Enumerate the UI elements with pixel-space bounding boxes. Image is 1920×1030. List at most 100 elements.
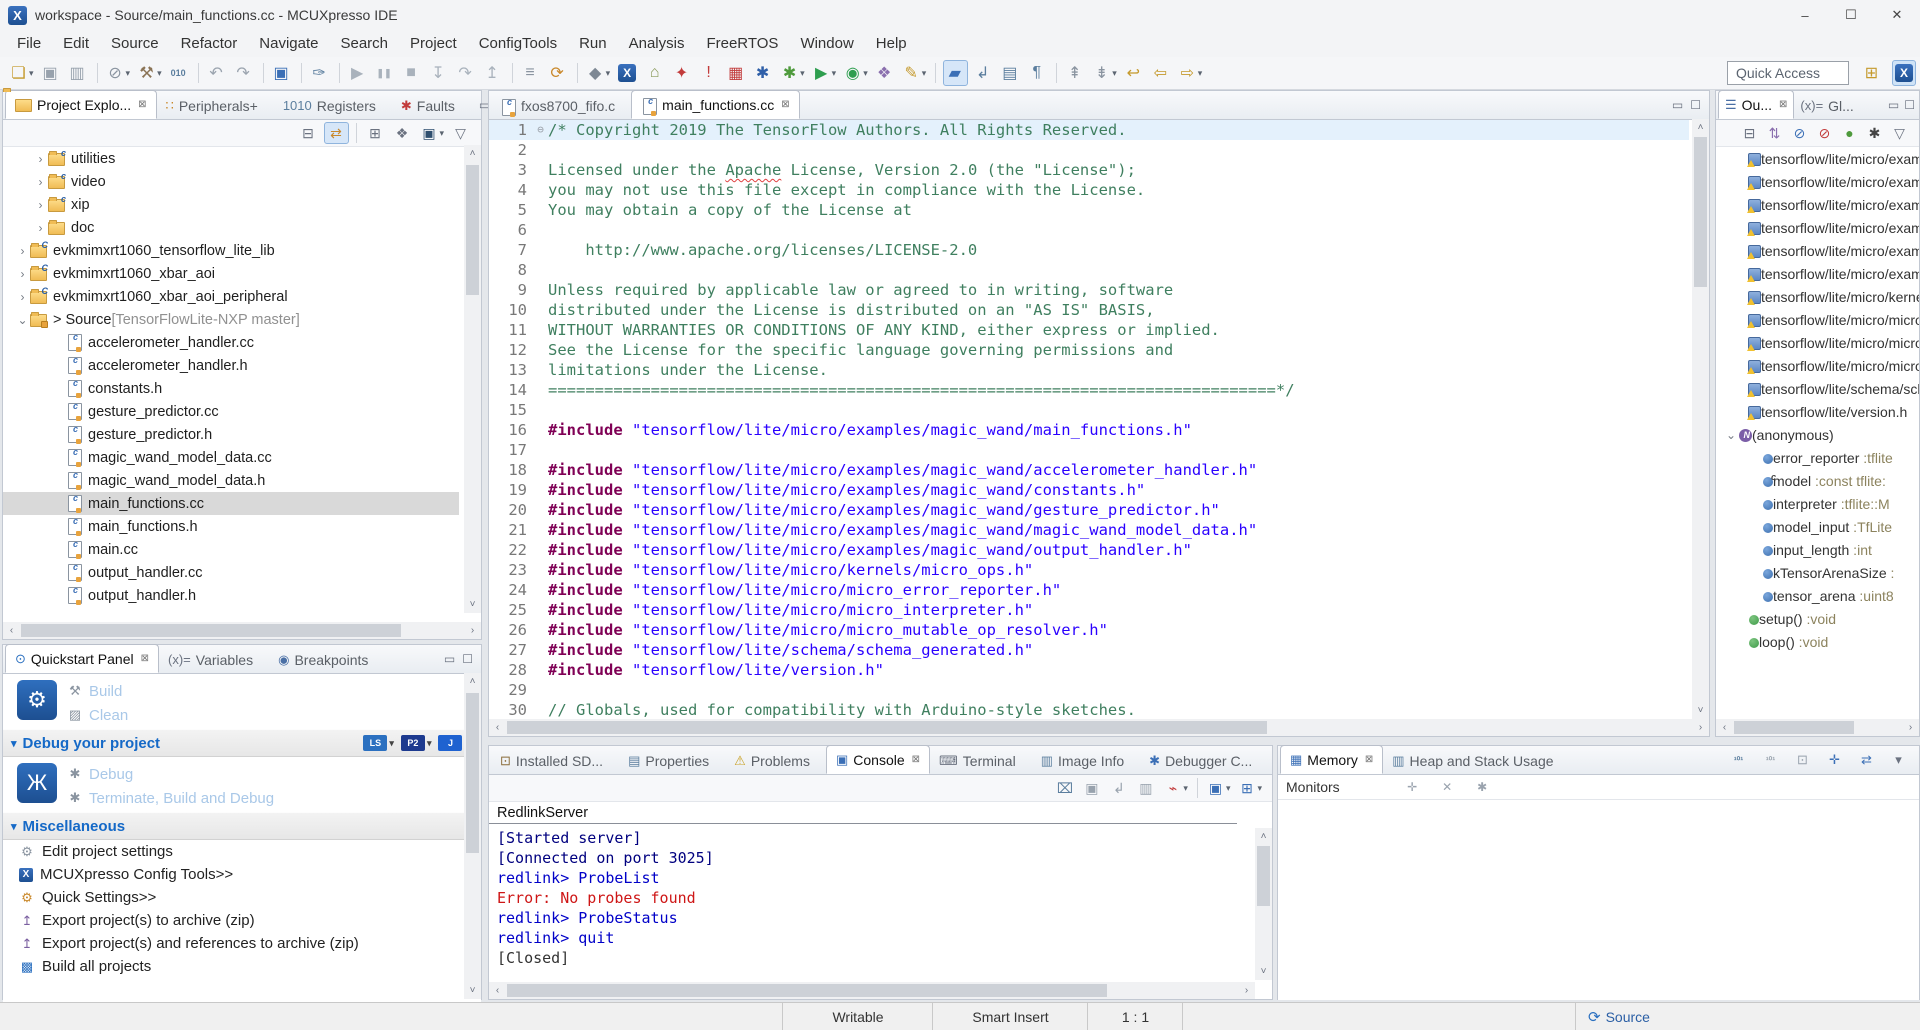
outline-member-row[interactable]: model : const tflite: xyxy=(1716,469,1919,492)
quickstart-link[interactable]: ✱ Terminate, Build and Debug xyxy=(67,788,274,808)
view-menu-icon[interactable]: ▽ xyxy=(450,123,473,143)
tree-row[interactable]: output_handler.cc xyxy=(3,561,459,584)
quickstart-misc-link[interactable]: ⚙ Quick Settings>> xyxy=(3,886,481,909)
separator[interactable] xyxy=(97,63,98,83)
pause-icon[interactable]: ❚❚ xyxy=(374,61,397,85)
console-icon[interactable]: ▣ xyxy=(271,61,294,85)
debug-alt-icon[interactable]: ✱ xyxy=(752,61,775,85)
mcuxpresso-icon[interactable]: X xyxy=(616,61,640,85)
separator[interactable] xyxy=(263,63,264,83)
view-tab[interactable]: ✱ Debugger C... xyxy=(1140,747,1268,774)
tree-row[interactable]: output_handler.h xyxy=(3,584,459,607)
outline-include-row[interactable]: tensorflow/lite/micro/examples/magic_wan… xyxy=(1716,262,1919,285)
quickstart-misc-link[interactable]: ↥ Export project(s) and references to ar… xyxy=(3,932,481,955)
link-icon[interactable]: ⇄ xyxy=(1856,748,1877,772)
fold-marker-icon[interactable] xyxy=(533,480,548,500)
tree-row[interactable]: › doc xyxy=(3,216,459,239)
next-annotation-icon[interactable]: ⇟▾ xyxy=(1091,61,1119,85)
editor-tab[interactable]: main_functions.cc⊠ xyxy=(631,90,799,119)
quickstart-misc-link[interactable]: X MCUXpresso Config Tools>> xyxy=(3,863,481,886)
editor-hscrollbar[interactable]: ‹ › xyxy=(489,719,1709,736)
tree-row[interactable]: gesture_predictor.h xyxy=(3,423,459,446)
save-all-icon[interactable]: ▥ xyxy=(67,61,90,85)
outline-include-row[interactable]: tensorflow/lite/micro/micro_interpreter.… xyxy=(1716,331,1919,354)
fold-marker-icon[interactable] xyxy=(533,640,548,660)
fold-marker-icon[interactable] xyxy=(533,200,548,220)
sort-icon[interactable]: ⇅ xyxy=(1764,123,1787,143)
prev-annotation-icon[interactable]: ⇞ xyxy=(1064,61,1087,85)
hex-format-icon[interactable]: ¹⁰¹ xyxy=(1728,748,1749,772)
project-tree-vscrollbar[interactable]: ˄ ˅ xyxy=(464,145,481,613)
fold-marker-icon[interactable] xyxy=(533,300,548,320)
gui-flash-icon[interactable]: ▦ xyxy=(725,61,748,85)
fold-marker-icon[interactable] xyxy=(533,460,548,480)
tree-row[interactable]: main.cc xyxy=(3,538,459,561)
fold-marker-icon[interactable] xyxy=(533,240,548,260)
settings-icon[interactable]: ✱ xyxy=(1472,775,1493,799)
save-icon[interactable]: ▣ xyxy=(40,61,63,85)
open-perspective-icon[interactable]: ⊞ xyxy=(1861,61,1882,85)
debug-probe-button[interactable]: P2 xyxy=(401,735,425,751)
view-tab[interactable]: (x)= Gl... xyxy=(1794,92,1866,119)
expand-arrow-icon[interactable]: › xyxy=(33,221,48,235)
skip-breakpoints-icon[interactable]: ⊘▾ xyxy=(105,61,133,85)
probe-discovery-icon[interactable]: ✦ xyxy=(671,61,694,85)
run-config-icon[interactable]: ◉▾ xyxy=(842,61,870,85)
quick-access-input[interactable]: Quick Access xyxy=(1727,61,1849,85)
separator[interactable] xyxy=(577,63,578,83)
expand-arrow-icon[interactable]: › xyxy=(15,267,30,281)
write-icon[interactable]: ✎▾ xyxy=(901,61,929,85)
outline-function-row[interactable]: setup() : void xyxy=(1716,607,1919,630)
outline-member-row[interactable]: input_length : int xyxy=(1716,538,1919,561)
view-tab[interactable]: ▦ Memory⊠ xyxy=(1280,745,1383,774)
view-tab[interactable]: ✱ Faults xyxy=(392,92,471,119)
menu-item[interactable]: Navigate xyxy=(248,35,329,52)
block-selection-icon[interactable]: ▤ xyxy=(999,61,1022,85)
show-whitespace-icon[interactable]: ¶ xyxy=(1026,61,1049,85)
separator[interactable] xyxy=(1197,778,1198,798)
editor-tab[interactable]: fxos8700_fifo.c xyxy=(491,92,631,119)
grid-icon[interactable]: ⊞ xyxy=(364,123,387,143)
package-icon[interactable]: ❖ xyxy=(874,61,897,85)
outline-include-row[interactable]: tensorflow/lite/micro/examples/magic_wan… xyxy=(1716,147,1919,170)
word-wrap-icon[interactable]: ↲ xyxy=(1108,778,1131,798)
fold-marker-icon[interactable] xyxy=(533,540,548,560)
mark-occurrences-icon[interactable]: ▰ xyxy=(943,60,968,86)
fold-marker-icon[interactable] xyxy=(533,380,548,400)
tree-row[interactable]: › evkmimxrt1060_xbar_aoi xyxy=(3,262,459,285)
quickstart-misc-link[interactable]: ▩ Build all projects xyxy=(3,955,481,978)
fold-marker-icon[interactable] xyxy=(533,280,548,300)
forward-icon[interactable]: ⇨▾ xyxy=(1177,61,1205,85)
display-console-icon[interactable]: ▣▾ xyxy=(1205,778,1233,798)
link-editor-icon[interactable]: ⇄ xyxy=(324,122,349,144)
expand-arrow-icon[interactable]: › xyxy=(15,244,30,258)
outline-member-row[interactable]: error_reporter : tflite xyxy=(1716,446,1919,469)
build-icon[interactable]: ⚒▾ xyxy=(136,61,164,85)
tree-row[interactable]: magic_wand_model_data.h xyxy=(3,469,459,492)
menu-item[interactable]: FreeRTOS xyxy=(695,35,789,52)
outline-include-row[interactable]: tensorflow/lite/micro/examples/magic_wan… xyxy=(1716,239,1919,262)
disconnect-icon[interactable]: ⌁▾ xyxy=(1162,778,1190,798)
separator[interactable] xyxy=(512,63,513,83)
minimize-button[interactable]: – xyxy=(1782,0,1828,30)
quickstart-vscrollbar[interactable]: ˄ ˅ xyxy=(464,673,481,999)
view-tab[interactable]: (x)= Variables xyxy=(159,646,269,673)
step-return-icon[interactable]: ↥ xyxy=(482,61,505,85)
fold-marker-icon[interactable] xyxy=(533,340,548,360)
menu-item[interactable]: File xyxy=(6,35,52,52)
console-vscrollbar[interactable]: ˄ ˅ xyxy=(1255,828,1272,980)
tree-row[interactable]: › utilities xyxy=(3,147,459,170)
fold-marker-icon[interactable] xyxy=(533,180,548,200)
scroll-lock-icon[interactable]: ▣ xyxy=(1081,778,1104,798)
home-icon[interactable]: ⌂ xyxy=(644,61,667,85)
tree-row[interactable]: › evkmimxrt1060_xbar_aoi_peripheral xyxy=(3,285,459,308)
fold-marker-icon[interactable] xyxy=(533,220,548,240)
menu-item[interactable]: Source xyxy=(100,35,170,52)
maximize-view-icon[interactable]: ☐ xyxy=(1690,98,1701,112)
editor-vscrollbar[interactable]: ˄ ˅ xyxy=(1692,119,1709,719)
menu-item[interactable]: Run xyxy=(568,35,618,52)
fold-marker-icon[interactable] xyxy=(533,160,548,180)
memory-monitors-list[interactable] xyxy=(1278,800,1919,1000)
outline-include-row[interactable]: tensorflow/lite/micro/micro_error_report… xyxy=(1716,308,1919,331)
close-button[interactable]: ✕ xyxy=(1874,0,1920,30)
